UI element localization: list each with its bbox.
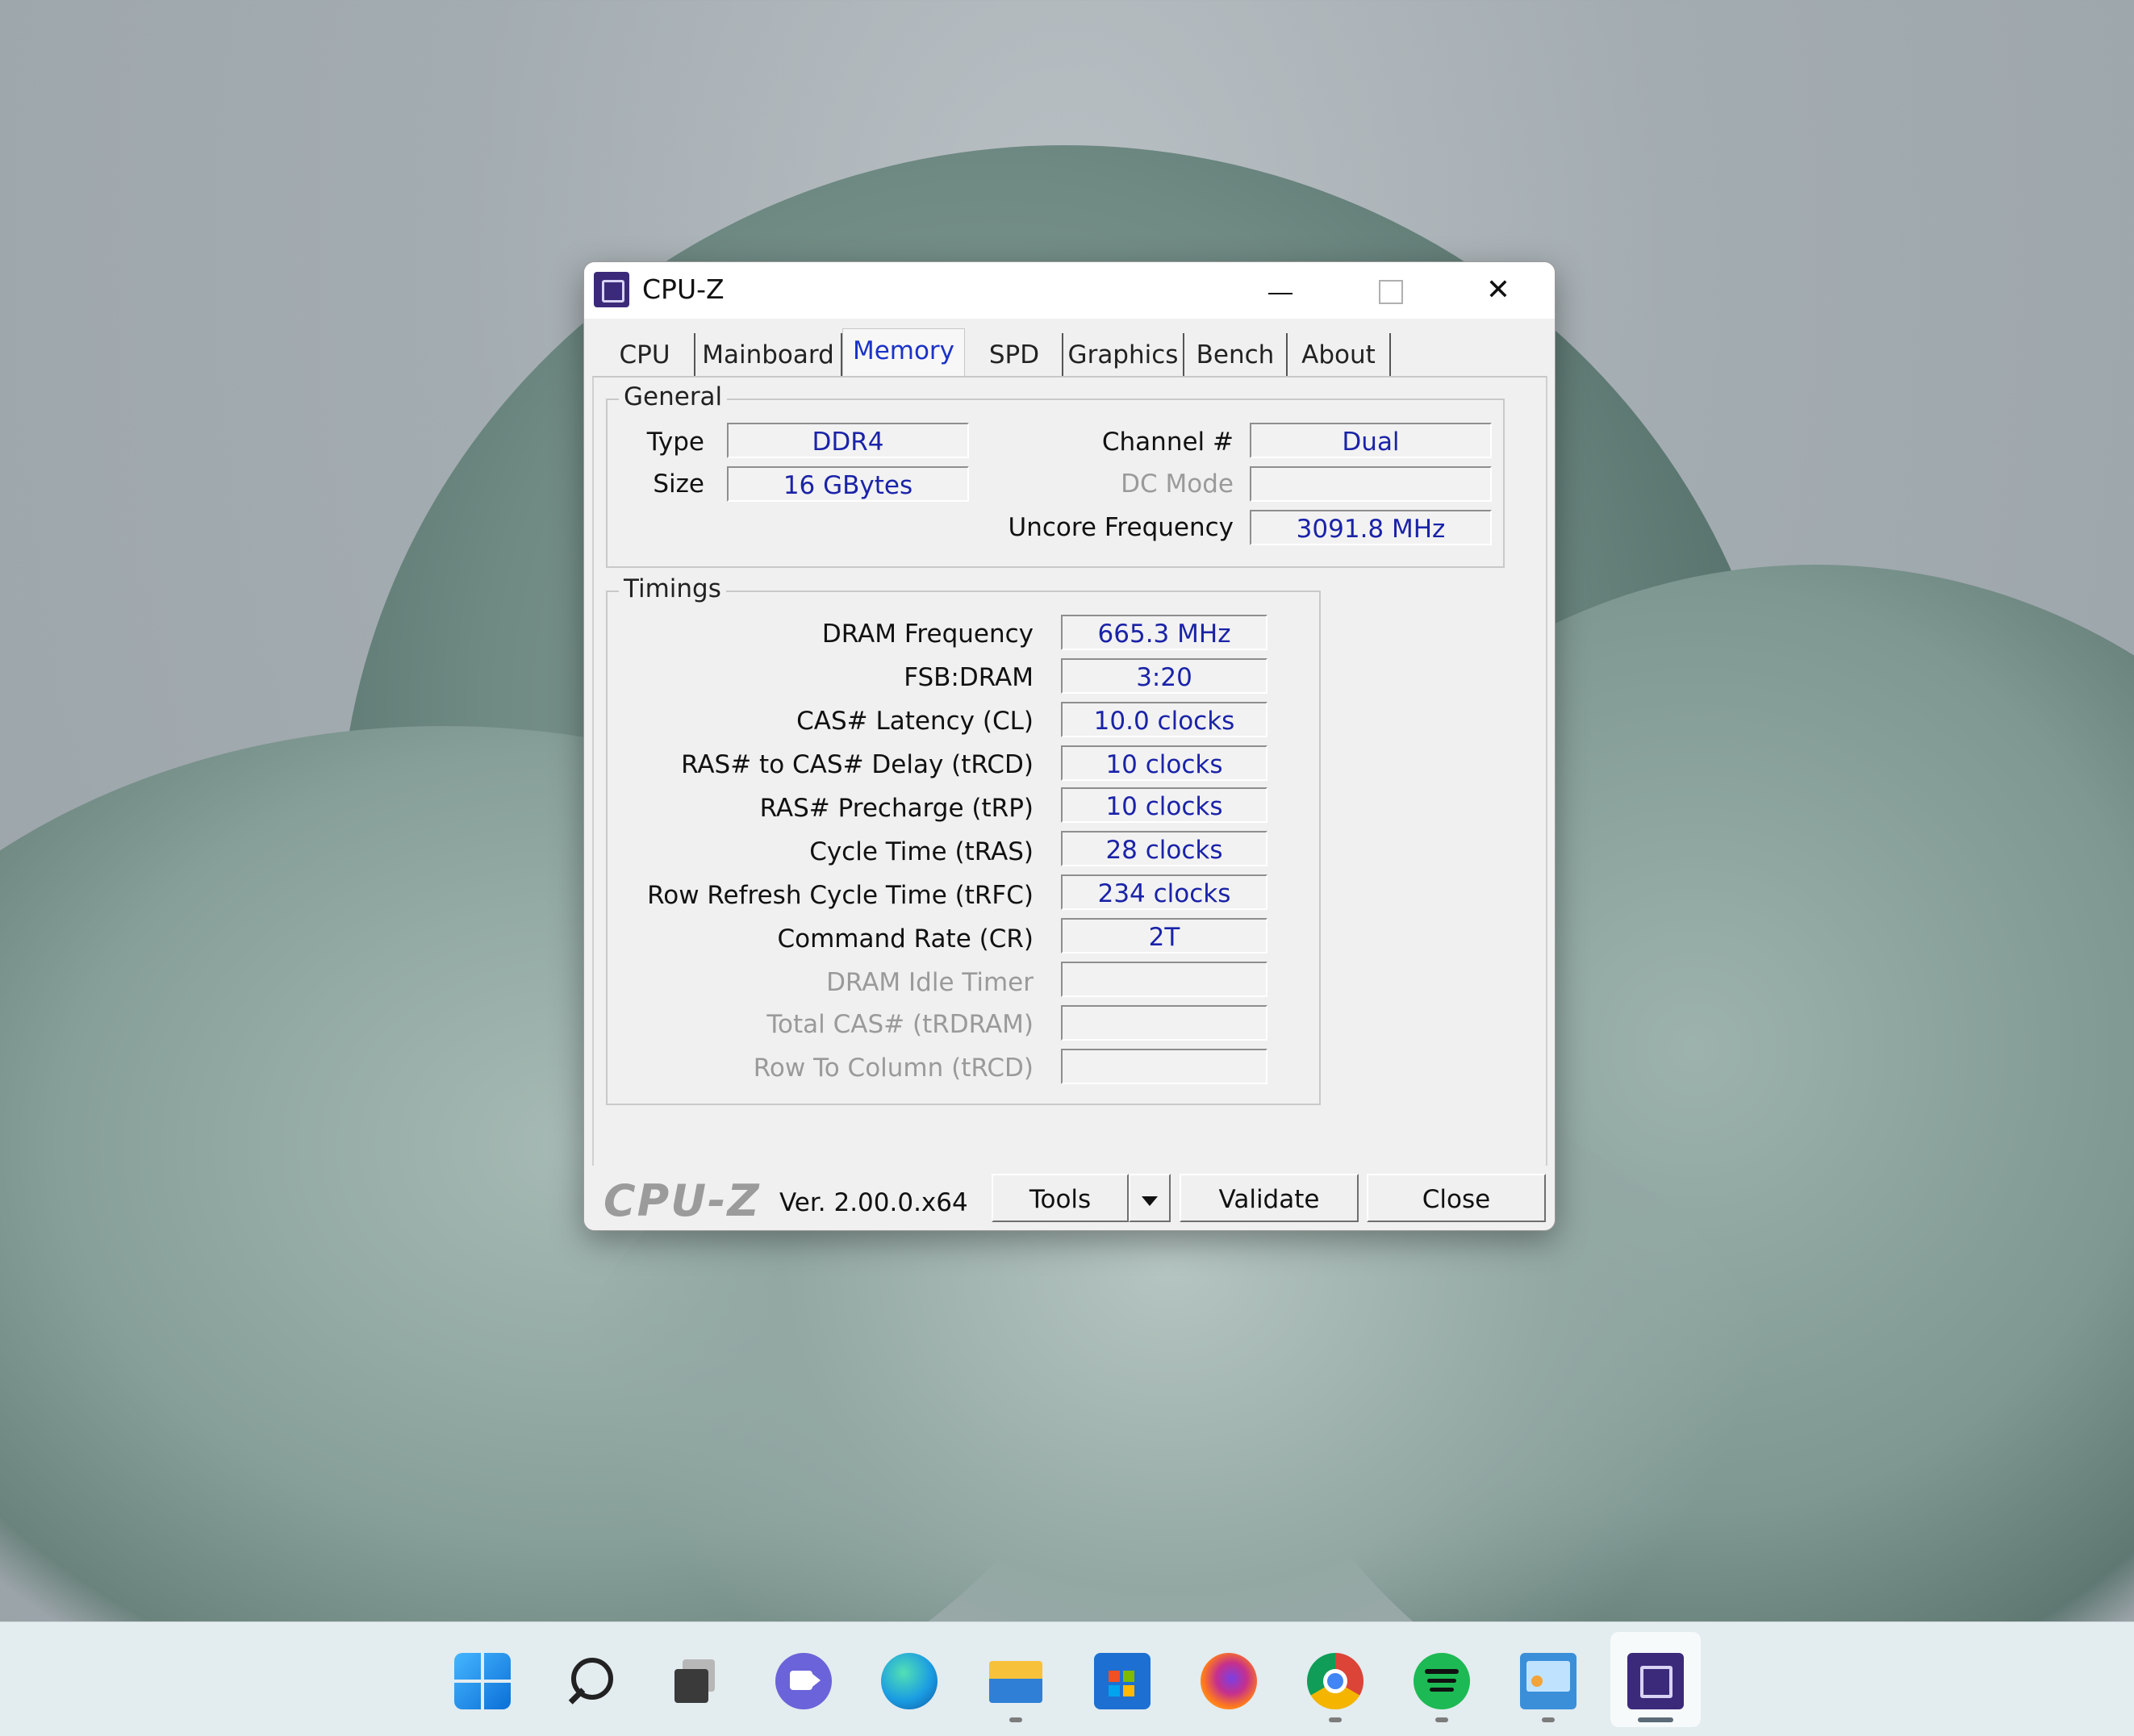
timings-group: Timings DRAM Frequency 665.3 MHz FSB:DRA… xyxy=(606,574,1321,1105)
command-rate-field: 2T xyxy=(1061,918,1267,954)
row-refresh-field: 234 clocks xyxy=(1061,874,1267,910)
footer-bar: CPU-Z Ver. 2.00.0.x64 Tools Validate Clo… xyxy=(584,1166,1555,1230)
dram-frequency-field: 665.3 MHz xyxy=(1061,615,1267,650)
uncore-frequency-field: 3091.8 MHz xyxy=(1250,510,1492,545)
type-field: DDR4 xyxy=(727,423,969,458)
close-window-button[interactable]: ✕ xyxy=(1450,262,1547,319)
size-label: Size xyxy=(653,469,704,499)
active-app-indicator xyxy=(1638,1717,1673,1722)
close-button[interactable]: Close xyxy=(1367,1174,1546,1222)
channel-label: Channel # xyxy=(1101,428,1234,457)
taskbar xyxy=(0,1621,2134,1736)
firefox-icon[interactable] xyxy=(1201,1653,1257,1709)
timing-label: Total CAS# (tRDRAM) xyxy=(766,1010,1034,1039)
teams-chat-icon[interactable] xyxy=(775,1653,832,1709)
cpu-z-app-icon xyxy=(594,272,629,307)
task-view-icon[interactable] xyxy=(668,1653,725,1709)
running-indicator xyxy=(1329,1717,1342,1722)
timing-label: DRAM Frequency xyxy=(821,620,1034,649)
tab-about[interactable]: About xyxy=(1288,333,1391,377)
tab-memory[interactable]: Memory xyxy=(842,328,965,378)
windows-start-icon[interactable] xyxy=(454,1653,511,1709)
tab-bench[interactable]: Bench xyxy=(1184,333,1288,377)
tab-spd[interactable]: SPD xyxy=(967,333,1063,377)
timing-label: Command Rate (CR) xyxy=(777,924,1034,954)
dram-idle-timer-field xyxy=(1061,962,1267,997)
chevron-down-icon xyxy=(1142,1196,1158,1206)
cycle-time-field: 28 clocks xyxy=(1061,831,1267,866)
timing-label: Row To Column (tRCD) xyxy=(753,1054,1034,1083)
edge-browser-icon[interactable] xyxy=(881,1653,938,1709)
running-indicator xyxy=(1542,1717,1555,1722)
dc-mode-field xyxy=(1250,466,1492,502)
timing-label: FSB:DRAM xyxy=(904,663,1034,692)
row-to-column-field xyxy=(1061,1049,1267,1084)
version-label: Ver. 2.00.0.x64 xyxy=(779,1188,968,1217)
cpu-z-taskbar-icon[interactable] xyxy=(1627,1653,1684,1709)
timing-label: RAS# Precharge (tRP) xyxy=(759,794,1034,823)
cpu-z-logo: CPU-Z xyxy=(603,1175,761,1226)
cas-latency-field: 10.0 clocks xyxy=(1061,702,1267,737)
ras-precharge-field: 10 clocks xyxy=(1061,787,1267,823)
search-icon[interactable] xyxy=(562,1653,618,1709)
tools-dropdown-button[interactable] xyxy=(1129,1174,1171,1222)
memory-tab-pane: General Type DDR4 Size 16 GBytes Channel… xyxy=(592,376,1547,1170)
title-bar[interactable]: CPU-Z ✕ xyxy=(584,262,1555,319)
running-indicator xyxy=(1435,1717,1448,1722)
ras-to-cas-field: 10 clocks xyxy=(1061,745,1267,781)
file-explorer-icon[interactable] xyxy=(988,1653,1044,1709)
tab-graphics[interactable]: Graphics xyxy=(1063,333,1184,377)
timing-label: RAS# to CAS# Delay (tRCD) xyxy=(681,750,1034,779)
timing-label: DRAM Idle Timer xyxy=(826,968,1034,997)
timing-label: Cycle Time (tRAS) xyxy=(809,837,1034,866)
tools-button[interactable]: Tools xyxy=(992,1174,1129,1222)
running-indicator xyxy=(1009,1717,1022,1722)
cpuz-window: CPU-Z ✕ CPU Mainboard Memory SPD Graphic… xyxy=(583,261,1556,1231)
dc-mode-label: DC Mode xyxy=(1121,469,1234,499)
channel-field: Dual xyxy=(1250,423,1492,458)
chrome-icon[interactable] xyxy=(1307,1653,1364,1709)
maximize-button[interactable] xyxy=(1341,262,1438,319)
general-group: General Type DDR4 Size 16 GBytes Channel… xyxy=(606,382,1505,568)
size-field: 16 GBytes xyxy=(727,466,969,502)
minimize-button[interactable] xyxy=(1232,262,1329,319)
tab-mainboard[interactable]: Mainboard xyxy=(695,333,842,377)
microsoft-store-icon[interactable] xyxy=(1094,1653,1151,1709)
type-label: Type xyxy=(646,428,704,457)
window-title: CPU-Z xyxy=(642,273,725,305)
general-group-title: General xyxy=(619,382,728,411)
timing-label: CAS# Latency (CL) xyxy=(796,707,1034,736)
fsb-dram-field: 3:20 xyxy=(1061,658,1267,694)
uncore-frequency-label: Uncore Frequency xyxy=(1008,513,1234,542)
total-cas-field xyxy=(1061,1005,1267,1041)
control-panel-icon[interactable] xyxy=(1520,1653,1576,1709)
timing-label: Row Refresh Cycle Time (tRFC) xyxy=(647,881,1034,910)
timings-group-title: Timings xyxy=(619,574,726,603)
validate-button[interactable]: Validate xyxy=(1180,1174,1359,1222)
spotify-icon[interactable] xyxy=(1414,1653,1470,1709)
tab-cpu[interactable]: CPU xyxy=(595,333,695,377)
